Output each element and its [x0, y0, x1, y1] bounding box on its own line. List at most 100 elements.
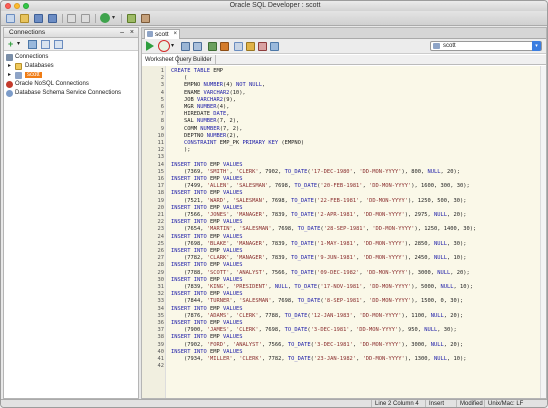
rollback-icon[interactable] [220, 42, 229, 51]
commit-icon[interactable] [208, 42, 217, 51]
line-number: 40 [157, 348, 165, 355]
tree-item-scott[interactable]: ▸ scott [4, 71, 138, 80]
close-panel-icon[interactable]: × [130, 28, 134, 38]
code-line: MGR NUMBER(4), [183, 104, 230, 110]
line-number: 5 [160, 96, 164, 103]
connections-panel-header: Connections – × [4, 28, 138, 38]
connections-tab[interactable]: Connections [6, 28, 48, 38]
run-statement-icon[interactable] [146, 41, 154, 51]
line-number: 11 [157, 140, 165, 146]
line-number: 10 [157, 132, 165, 139]
sql-tuning-icon[interactable] [246, 42, 255, 51]
line-number: 32 [157, 291, 165, 298]
explain-plan-icon[interactable] [181, 42, 190, 51]
code-line: INSERT INTO EMP VALUES [171, 262, 243, 269]
connection-selector[interactable]: scott ▾ [430, 41, 542, 51]
undo-icon[interactable] [67, 14, 76, 23]
history-icon[interactable] [270, 42, 279, 51]
code-line: (7521, 'WARD', 'SALESMAN', 7698, TO_DATE… [171, 197, 467, 204]
line-number: 42 [157, 363, 165, 370]
edit-mode: Insert [425, 400, 447, 407]
migrate-icon[interactable] [127, 14, 136, 23]
line-number: 16 [157, 176, 165, 182]
line-number: 4 [160, 89, 164, 96]
run-script-icon[interactable] [158, 40, 170, 52]
schema-browser-icon[interactable] [54, 40, 63, 49]
line-number: 34 [157, 305, 165, 312]
code-line: INSERT INTO EMP VALUES [171, 176, 243, 182]
tree-item-nosql[interactable]: Oracle NoSQL Connections [4, 80, 138, 89]
tab-query-builder[interactable]: Query Builder [172, 55, 216, 65]
worksheet-toolbar: ▾ scott ▾ [142, 39, 546, 54]
code-line: ); [171, 147, 191, 154]
line-ending: Unix/Mac: LF [484, 400, 526, 407]
tab-scott[interactable]: scott × [144, 29, 180, 39]
zoom-window-button[interactable] [23, 3, 29, 9]
code-line: INSERT INTO EMP VALUES [171, 291, 243, 298]
tree-item-schema-service[interactable]: Database Schema Service Connections [4, 89, 138, 98]
code-line: INSERT INTO EMP VALUES [171, 248, 243, 254]
code-line: (7839, 'KING', 'PRESIDENT', NULL, TO_DAT… [171, 284, 473, 290]
redo-icon[interactable] [81, 14, 90, 23]
code-line: (7698, 'BLAKE', 'MANAGER', 7839, TO_DATE… [171, 240, 467, 247]
vertical-scrollbar[interactable] [540, 66, 546, 398]
toolbar-divider [121, 14, 122, 23]
close-window-button[interactable] [5, 3, 11, 9]
close-tab-icon[interactable]: × [173, 30, 177, 39]
tree-item-connections[interactable]: Connections [4, 53, 138, 62]
code-line: INSERT INTO EMP VALUES [171, 204, 243, 211]
code-editor[interactable]: 1 CREATE TABLE EMP 2 (3 EMPNO NUMBER(4) NO… [142, 66, 546, 398]
code-line: INSERT INTO EMP VALUES [171, 190, 243, 197]
line-number: 19 [157, 197, 165, 204]
minimize-window-button[interactable] [14, 3, 20, 9]
line-number: 12 [157, 147, 165, 154]
chevron-down-icon[interactable]: ▾ [112, 14, 117, 23]
code-line: (7566, 'JONES', 'MANAGER', 7839, TO_DATE… [171, 212, 467, 218]
line-number: 15 [157, 168, 165, 175]
expand-arrow-icon[interactable]: ▸ [8, 71, 11, 80]
refresh-icon[interactable] [28, 40, 37, 49]
tree-item-label: Databases [25, 63, 54, 69]
line-number: 2 [160, 75, 164, 82]
code-line: (7876, 'ADAMS', 'CLERK', 7788, TO_DATE('… [171, 312, 464, 319]
chevron-down-icon[interactable]: ▾ [17, 40, 20, 49]
chevron-down-icon[interactable]: ▾ [532, 41, 541, 51]
run-green-icon[interactable] [100, 13, 110, 23]
line-number: 35 [157, 312, 165, 319]
tree-item-label: Connections [15, 54, 49, 60]
app-window: Oracle SQL Developer : scott ▾ Connectio… [0, 0, 548, 408]
line-number: 26 [157, 248, 165, 254]
line-number: 3 [160, 82, 164, 89]
code-line: (7499, 'ALLEN', 'SALESMAN', 7698, TO_DAT… [171, 183, 470, 190]
modified-state: Modified [456, 400, 486, 407]
add-connection-icon[interactable]: + [8, 40, 17, 49]
clear-icon[interactable] [258, 42, 267, 51]
tree-item-databases[interactable]: ▸ Databases [4, 62, 138, 71]
unshared-sql-icon[interactable] [234, 42, 243, 51]
line-number: 31 [157, 284, 165, 290]
filter-icon[interactable] [41, 40, 50, 49]
toolbar-divider [95, 14, 96, 23]
tree-item-label: Oracle NoSQL Connections [15, 81, 89, 87]
autotrace-icon[interactable] [193, 42, 202, 51]
line-number: 29 [157, 269, 165, 276]
save-all-icon[interactable] [48, 14, 57, 23]
status-bar: Line 2 Column 4 Insert Modified Unix/Mac… [1, 399, 547, 407]
database-icon [433, 43, 440, 49]
database-icon [15, 72, 22, 79]
code-line: (7900, 'JAMES', 'CLERK', 7698, TO_DATE('… [171, 327, 457, 334]
code-line: INSERT INTO EMP VALUES [171, 320, 243, 326]
code-line: CREATE TABLE EMP [171, 68, 223, 74]
line-number: 36 [157, 320, 165, 326]
line-number: 27 [157, 255, 165, 262]
open-icon[interactable] [20, 14, 29, 23]
expand-arrow-icon[interactable]: ▸ [8, 62, 11, 71]
minimize-panel-icon[interactable]: – [120, 28, 124, 38]
code-line: INSERT INTO EMP VALUES [171, 233, 243, 240]
plugin-icon[interactable] [141, 14, 150, 23]
save-icon[interactable] [34, 14, 43, 23]
new-icon[interactable] [6, 14, 15, 23]
chevron-down-icon[interactable]: ▾ [171, 42, 174, 51]
line-number: 25 [157, 240, 165, 247]
line-number: 13 [157, 154, 165, 161]
